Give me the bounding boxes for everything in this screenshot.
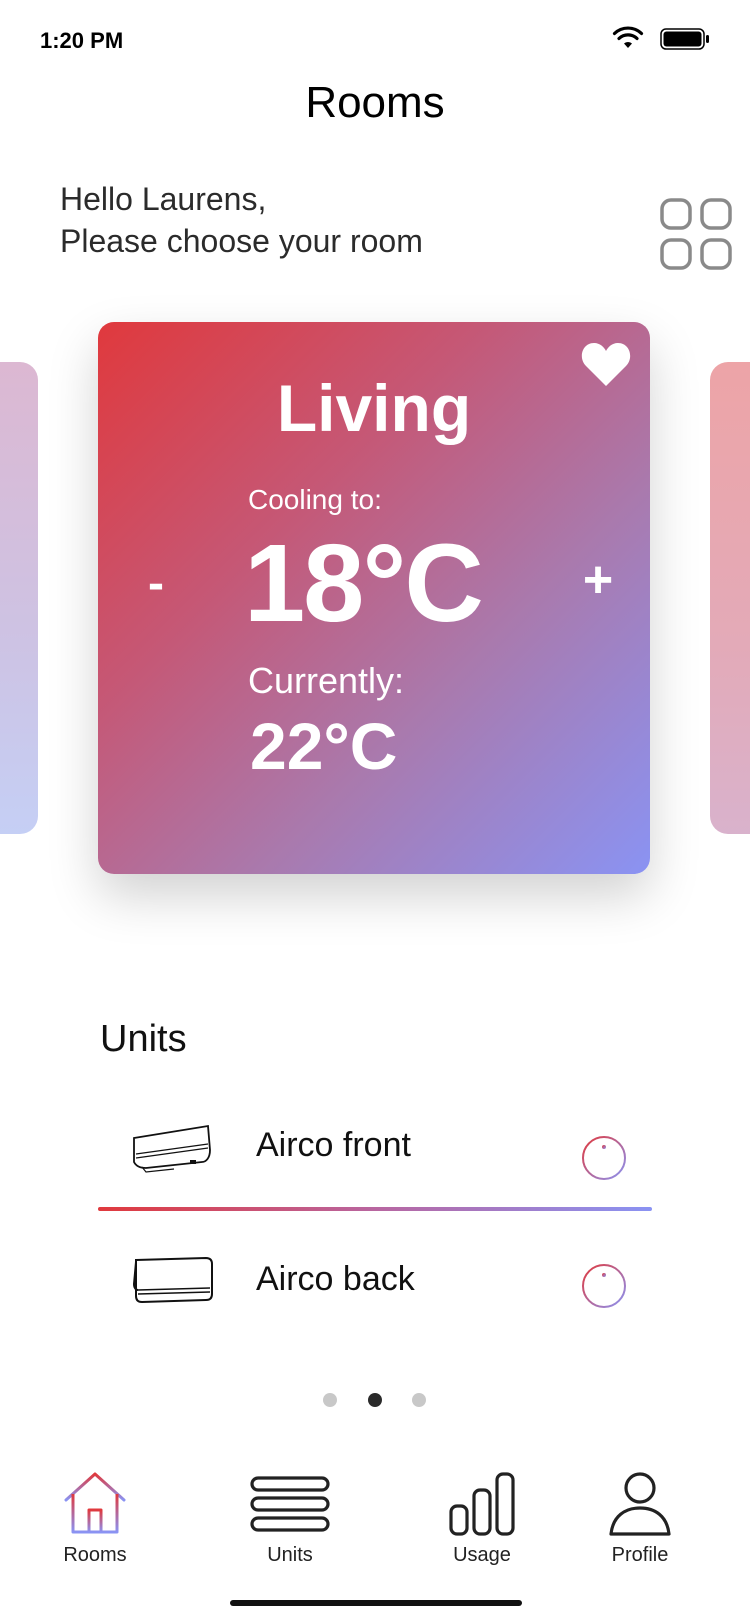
house-icon [64,1472,126,1534]
tab-label: Units [267,1544,313,1566]
target-temperature: 18°C [244,522,484,645]
page-dot[interactable] [412,1393,426,1407]
info-icon[interactable] [580,1262,628,1310]
unit-name: Airco back [256,1260,415,1298]
person-icon [609,1472,671,1536]
airco-unit-icon [132,1256,213,1304]
selected-unit-divider [98,1207,652,1211]
page-dot[interactable] [323,1393,337,1407]
info-icon[interactable] [580,1134,628,1182]
increase-temp-button[interactable]: + [578,550,618,610]
wifi-icon [612,26,644,48]
home-indicator [230,1600,522,1606]
tab-units[interactable]: Units [210,1470,370,1580]
bar-chart-icon [449,1472,515,1536]
greeting: Hello Laurens, Please choose your room [60,178,423,262]
tab-label: Rooms [63,1544,127,1566]
tab-label: Profile [611,1544,669,1566]
units-icon [250,1476,330,1532]
airco-unit-icon [133,1124,211,1173]
tab-label: Usage [453,1544,511,1566]
unit-row-airco-front[interactable]: Airco front [100,1100,652,1200]
tab-rooms[interactable]: Rooms [15,1470,175,1580]
greeting-line-1: Hello Laurens, [60,181,267,217]
next-room-card[interactable] [710,362,750,834]
cooling-label: Cooling to: [248,484,382,515]
room-card[interactable]: Living Cooling to: - 18°C + Currently: 2… [98,322,650,874]
status-time: 1:20 PM [40,28,124,53]
greeting-line-2: Please choose your room [60,223,423,259]
previous-room-card[interactable] [0,362,38,834]
page-title: Rooms [305,78,445,127]
tab-usage[interactable]: Usage [402,1470,562,1580]
battery-icon [660,28,709,50]
grid-view-icon[interactable] [660,198,732,270]
room-name: Living [276,371,472,445]
page-dot-active[interactable] [368,1393,382,1407]
unit-name: Airco front [256,1126,411,1164]
units-heading: Units [100,1018,187,1060]
current-label: Currently: [248,660,405,701]
unit-row-airco-back[interactable]: Airco back [100,1228,652,1328]
heart-icon[interactable] [580,340,632,388]
decrease-temp-button[interactable]: - [136,556,176,611]
tab-profile[interactable]: Profile [560,1470,720,1580]
current-temperature: 22°C [250,709,398,783]
